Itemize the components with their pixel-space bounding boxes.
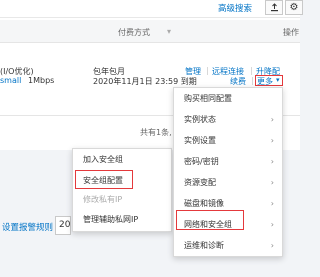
more-highlight-box: [255, 75, 283, 86]
submenu-item-join-security-group[interactable]: 加入安全组: [73, 149, 171, 171]
value-input-text: 20: [59, 220, 71, 230]
alarm-rule-link[interactable]: 设置报警规则: [2, 221, 53, 233]
menu-item-password-key[interactable]: 密码/密钥 ›: [174, 151, 282, 173]
chevron-right-icon: ›: [270, 136, 274, 145]
network-security-submenu: 加入安全组 安全组配置 修改私有IP 管理辅助私网IP: [72, 148, 172, 232]
settings-button[interactable]: ⚙: [285, 0, 303, 15]
table-header: 付费方式 ▾ 操作: [0, 20, 300, 43]
submenu-item-modify-private-ip: 修改私有IP: [83, 195, 123, 204]
value-input[interactable]: 20: [55, 216, 71, 235]
chevron-right-icon: ›: [270, 115, 274, 124]
bandwidth-value: 1Mbps: [28, 76, 55, 85]
action-separator: |: [251, 76, 254, 85]
chevron-right-icon: ›: [270, 199, 274, 208]
security-group-config-highlight: [75, 170, 133, 189]
action-separator: |: [250, 66, 253, 75]
chevron-right-icon: ›: [270, 178, 274, 187]
menu-item-instance-settings[interactable]: 实例设置 ›: [174, 130, 282, 152]
header-operations: 操作: [283, 28, 299, 37]
header-pay-method-dropdown-icon[interactable]: ▾: [167, 27, 171, 36]
action-separator: |: [206, 66, 209, 75]
menu-item-ops-diagnosis[interactable]: 运维和诊断 ›: [174, 235, 282, 257]
chevron-right-icon: ›: [270, 241, 274, 250]
header-pay-method[interactable]: 付费方式: [118, 27, 150, 38]
menu-item-resource-change[interactable]: 资源变配 ›: [174, 172, 282, 194]
instance-list-page: 高级搜索 ⚙ 付费方式 ▾ 操作 (I/O优化) small 1Mbps 包年包…: [0, 0, 303, 277]
export-button[interactable]: [265, 0, 283, 15]
menu-item-instance-status[interactable]: 实例状态 ›: [174, 109, 282, 131]
toolbar: 高级搜索 ⚙: [0, 0, 303, 18]
gear-icon: ⚙: [289, 2, 299, 13]
menu-item-buy-same-config[interactable]: 购买相同配置: [174, 88, 282, 110]
expire-time: 2020年11月1日 23:59 到期: [93, 77, 197, 86]
more-actions-menu: 购买相同配置 实例状态 › 实例设置 › 密码/密钥 › 资源变配 › 磁盘和镜…: [173, 87, 283, 257]
advanced-search-link[interactable]: 高级搜索: [218, 2, 252, 14]
renew-link[interactable]: 续费: [230, 76, 246, 87]
submenu-item-manage-secondary-ip[interactable]: 管理辅助私网IP: [73, 209, 171, 231]
chevron-right-icon: ›: [270, 220, 274, 229]
spec-small-link[interactable]: small: [0, 76, 21, 85]
export-icon: [270, 3, 278, 12]
manage-link[interactable]: 管理: [185, 66, 201, 77]
network-security-highlight: [176, 210, 244, 230]
chevron-right-icon: ›: [270, 157, 274, 166]
